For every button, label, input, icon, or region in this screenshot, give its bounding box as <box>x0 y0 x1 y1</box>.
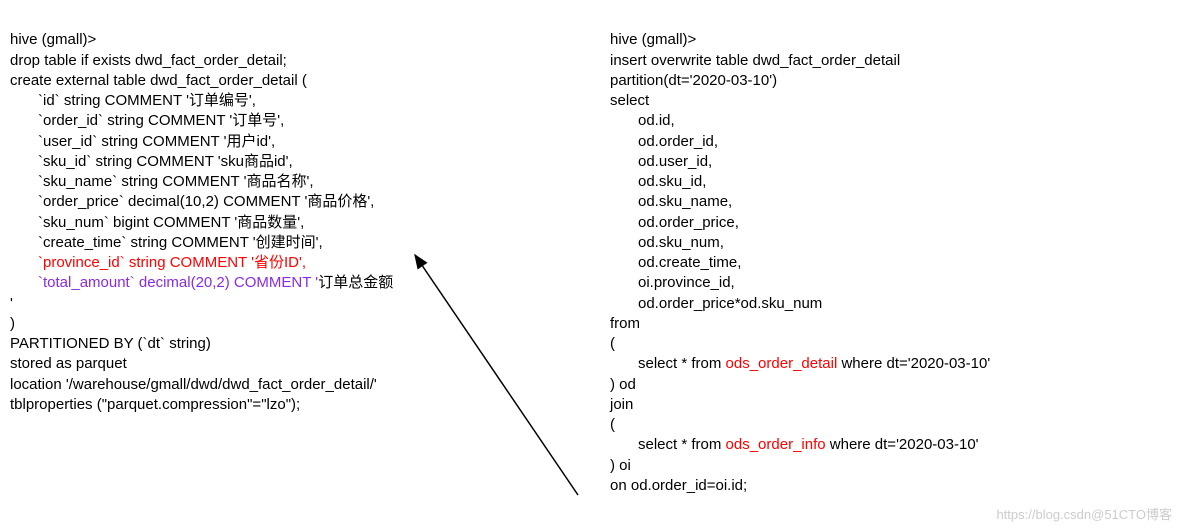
code-line: `user_id` string COMMENT '用户id', <box>10 132 550 152</box>
code-line: tblproperties ("parquet.compression"="lz… <box>10 396 300 413</box>
code-line: partition(dt='2020-03-10') <box>610 72 777 89</box>
code-line: location '/warehouse/gmall/dwd/dwd_fact_… <box>10 376 377 393</box>
code-line: hive (gmall)> <box>10 31 96 48</box>
code-line: od.id, <box>610 111 1174 131</box>
where-text: where dt='2020-03-10' <box>826 436 979 453</box>
where-text: where dt='2020-03-10' <box>837 355 990 372</box>
code-line: `order_id` string COMMENT '订单号', <box>10 111 550 131</box>
code-line: oi.province_id, <box>610 273 1174 293</box>
code-line: ( <box>610 335 615 352</box>
code-line-total-amount: `total_amount` decimal(20,2) COMMENT '订单… <box>10 273 550 293</box>
code-line: ' <box>10 295 13 312</box>
code-line: insert overwrite table dwd_fact_order_de… <box>610 52 900 69</box>
code-line: drop table if exists dwd_fact_order_deta… <box>10 52 287 69</box>
code-line: ) od <box>610 376 636 393</box>
code-line: ) <box>10 315 15 332</box>
code-line: ) oi <box>610 457 631 474</box>
total-amount-def: `total_amount` decimal(20,2) COMMENT ' <box>38 274 318 291</box>
code-line-sub2: select * from ods_order_info where dt='2… <box>610 435 1174 455</box>
watermark: https://blog.csdn@51CTO博客 <box>996 506 1172 524</box>
code-line: od.sku_num, <box>610 233 1174 253</box>
code-line: `id` string COMMENT '订单编号', <box>10 91 550 111</box>
select-text: select * from <box>638 436 726 453</box>
code-line: hive (gmall)> <box>610 31 696 48</box>
code-line: ( <box>610 416 615 433</box>
code-line-province: `province_id` string COMMENT '省份ID', <box>10 253 550 273</box>
code-line: from <box>610 315 640 332</box>
code-line: on od.order_id=oi.id; <box>610 477 747 494</box>
code-line: select <box>610 92 649 109</box>
code-line: od.order_id, <box>610 132 1174 152</box>
code-line: od.order_price*od.sku_num <box>610 294 1174 314</box>
code-line: create external table dwd_fact_order_det… <box>10 72 307 89</box>
code-line: join <box>610 396 633 413</box>
table-ods-order-detail: ods_order_detail <box>726 355 838 372</box>
code-line: `sku_name` string COMMENT '商品名称', <box>10 172 550 192</box>
total-amount-comment: 订单总金额 <box>318 274 393 291</box>
code-line: od.create_time, <box>610 253 1174 273</box>
table-ods-order-info: ods_order_info <box>726 436 826 453</box>
code-line: `sku_num` bigint COMMENT '商品数量', <box>10 213 550 233</box>
code-line-sub1: select * from ods_order_detail where dt=… <box>610 354 1174 374</box>
code-line: od.order_price, <box>610 213 1174 233</box>
select-text: select * from <box>638 355 726 372</box>
code-line: od.sku_id, <box>610 172 1174 192</box>
code-line: `create_time` string COMMENT '创建时间', <box>10 233 550 253</box>
left-code-block: hive (gmall)> drop table if exists dwd_f… <box>10 10 550 516</box>
code-line: `order_price` decimal(10,2) COMMENT '商品价… <box>10 192 550 212</box>
code-line: od.user_id, <box>610 152 1174 172</box>
code-line: `sku_id` string COMMENT 'sku商品id', <box>10 152 550 172</box>
code-line: PARTITIONED BY (`dt` string) <box>10 335 211 352</box>
code-line: od.sku_name, <box>610 192 1174 212</box>
right-code-block: hive (gmall)> insert overwrite table dwd… <box>610 10 1174 516</box>
code-line: stored as parquet <box>10 355 127 372</box>
